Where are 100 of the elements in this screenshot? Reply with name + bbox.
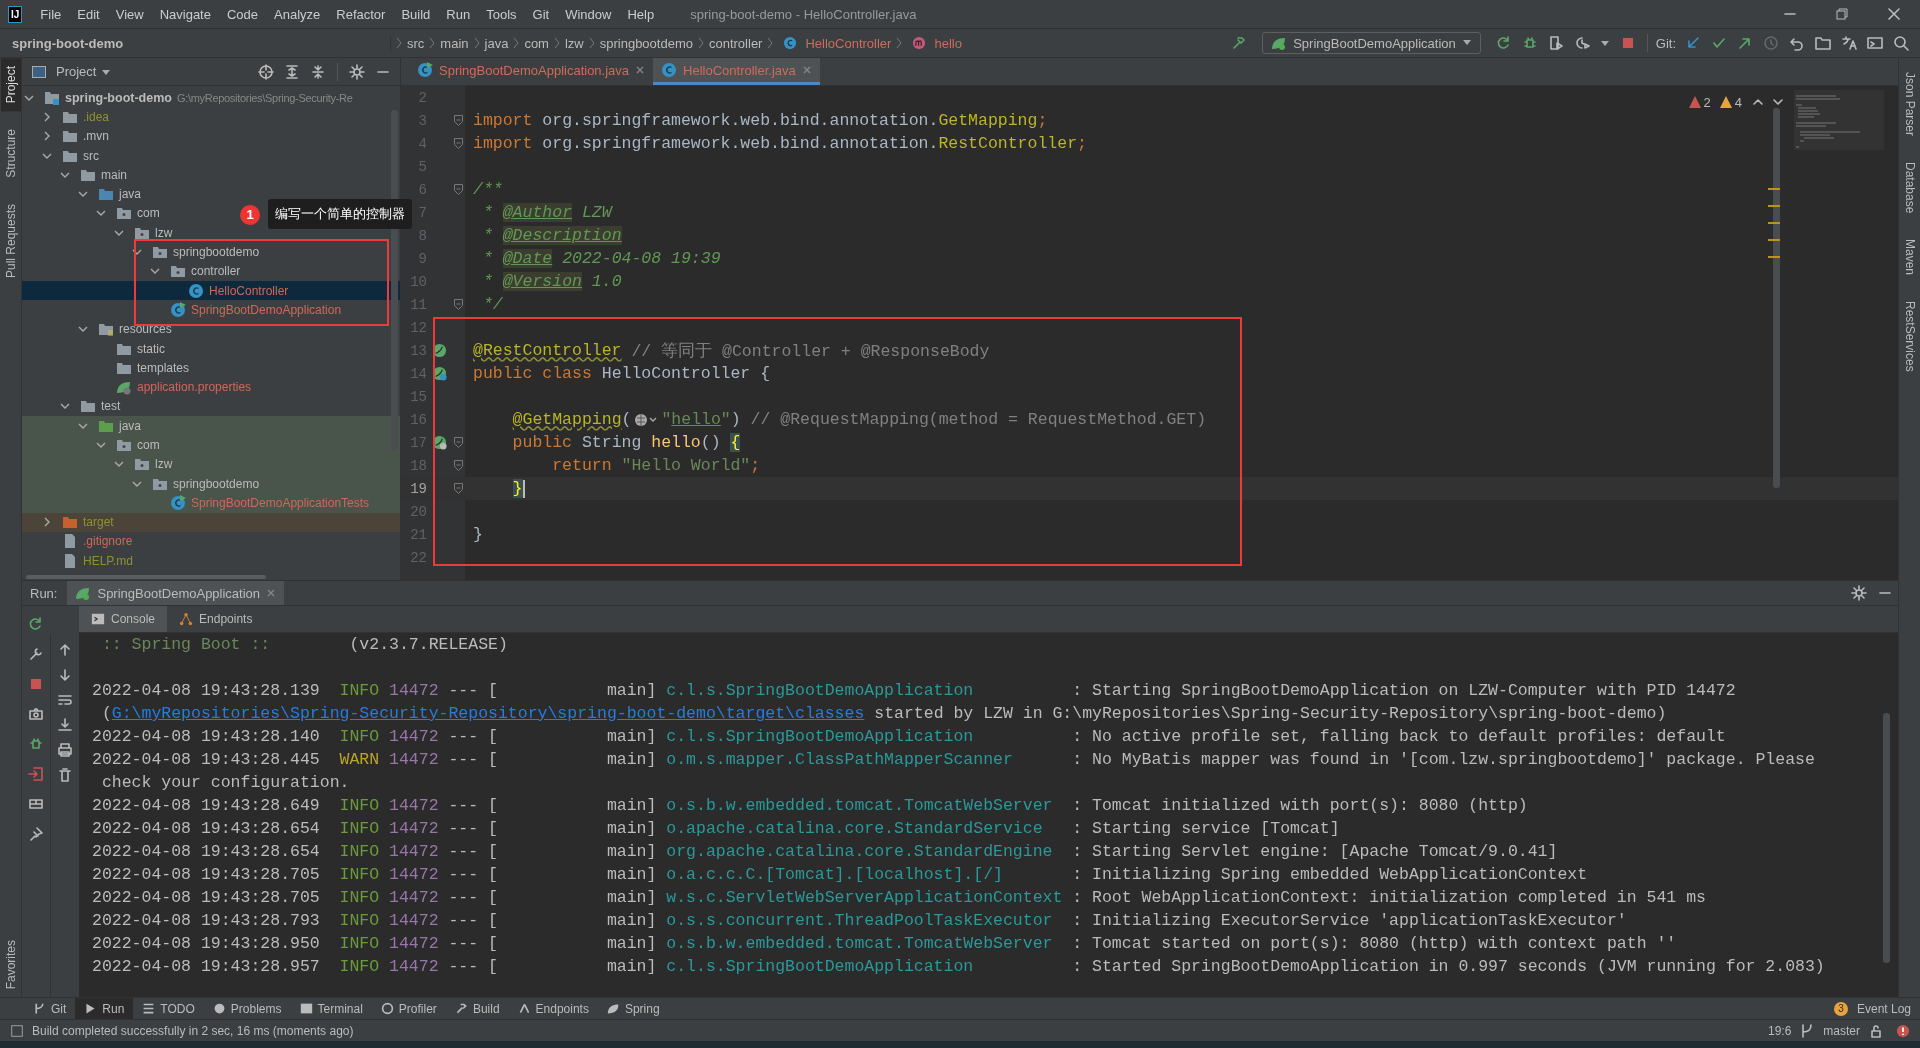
- tree-item[interactable]: .idea: [83, 109, 110, 124]
- caret-position[interactable]: 19:6: [1767, 1023, 1792, 1038]
- profiler-icon[interactable]: [1573, 35, 1590, 51]
- tool-window-button[interactable]: Build: [445, 998, 509, 1019]
- tree-item[interactable]: .mvn: [83, 129, 109, 144]
- scrollbar[interactable]: [1773, 108, 1780, 488]
- fold-marker-icon[interactable]: [453, 437, 463, 448]
- fold-marker-icon[interactable]: [453, 299, 463, 310]
- fold-marker-icon[interactable]: [453, 184, 463, 195]
- tree-item[interactable]: com: [137, 438, 160, 452]
- tree-item[interactable]: springbootdemo: [173, 245, 260, 259]
- breadcrumb[interactable]: spring-boot-demo: [12, 35, 391, 51]
- tree-item[interactable]: SpringBootDemoApplication: [191, 302, 342, 317]
- tool-window-button[interactable]: Endpoints: [508, 998, 598, 1019]
- pin-icon[interactable]: [28, 826, 44, 842]
- tool-window-tab[interactable]: Favorites: [0, 931, 21, 997]
- breadcrumb[interactable]: controller: [708, 35, 763, 51]
- tool-window-button[interactable]: Terminal: [290, 998, 372, 1019]
- wrench-icon[interactable]: [28, 646, 44, 662]
- error-icon[interactable]: [1896, 1023, 1910, 1038]
- tree-item[interactable]: HelloController: [209, 283, 289, 298]
- camera-icon[interactable]: [28, 706, 44, 722]
- menu-item[interactable]: View: [107, 6, 152, 22]
- fold-marker-icon[interactable]: [453, 138, 463, 149]
- breadcrumb[interactable]: java: [484, 35, 509, 51]
- hammer-icon[interactable]: [1231, 35, 1248, 51]
- problem-count[interactable]: 2: [1703, 94, 1711, 110]
- tree-item[interactable]: application.properties: [137, 380, 252, 395]
- run-config-dropdown[interactable]: SpringBootDemoApplication: [1262, 32, 1481, 54]
- tree-item[interactable]: springbootdemo: [173, 476, 260, 491]
- folder-icon[interactable]: [1815, 35, 1831, 51]
- close-icon[interactable]: [1886, 6, 1902, 22]
- console-tab[interactable]: Endpoints: [167, 606, 265, 632]
- tool-window-tab[interactable]: Json Parser: [1899, 64, 1920, 145]
- tree-item[interactable]: lzw: [155, 457, 173, 472]
- tool-window-tab[interactable]: RestServices: [1899, 293, 1920, 381]
- soft-wrap-icon[interactable]: [57, 692, 73, 708]
- breadcrumb[interactable]: lzw: [564, 35, 584, 51]
- breadcrumb[interactable]: src: [407, 35, 425, 51]
- search-icon[interactable]: [1893, 35, 1909, 51]
- tool-window-button[interactable]: Spring: [597, 998, 669, 1019]
- menu-item[interactable]: File: [32, 6, 70, 22]
- problem-count[interactable]: 4: [1734, 94, 1742, 110]
- menu-item[interactable]: Navigate: [151, 6, 219, 22]
- print-icon[interactable]: [57, 742, 73, 758]
- rollback-icon[interactable]: [1789, 35, 1805, 51]
- tree-item[interactable]: java: [119, 418, 141, 433]
- warning-icon[interactable]: [1687, 95, 1702, 109]
- menu-item[interactable]: Edit: [69, 6, 108, 22]
- tree-item[interactable]: spring-boot-demo: [65, 90, 172, 105]
- update-arrow-icon[interactable]: [1685, 35, 1701, 51]
- menu-item[interactable]: Analyze: [266, 6, 329, 22]
- tool-window-button[interactable]: TODO: [133, 998, 204, 1019]
- lock-icon[interactable]: [1868, 1022, 1884, 1039]
- tool-window-button[interactable]: Git: [24, 998, 76, 1019]
- menu-item[interactable]: Tools: [478, 6, 525, 22]
- editor-tab[interactable]: SpringBootDemoApplication.java: [409, 58, 654, 85]
- breadcrumb[interactable]: com: [524, 35, 549, 51]
- tree-item[interactable]: templates: [137, 360, 190, 375]
- tree-item[interactable]: lzw: [155, 225, 173, 240]
- stop-icon[interactable]: [28, 676, 44, 692]
- breadcrumb[interactable]: main: [440, 35, 469, 51]
- tree-item[interactable]: resources: [119, 322, 172, 337]
- scroll-to-end-icon[interactable]: [57, 717, 73, 733]
- tree-item[interactable]: test: [101, 399, 121, 414]
- tool-window-tab[interactable]: Maven: [1899, 231, 1920, 284]
- fold-marker-icon[interactable]: [453, 483, 463, 494]
- scrollbar[interactable]: [1883, 713, 1890, 963]
- tool-window-button[interactable]: Problems: [203, 998, 291, 1019]
- rerun-icon[interactable]: [28, 616, 44, 632]
- menu-item[interactable]: Help: [619, 6, 663, 22]
- settings-icon[interactable]: [349, 63, 365, 80]
- tree-item[interactable]: controller: [191, 264, 241, 279]
- expand-all-icon[interactable]: [284, 63, 300, 80]
- menu-item[interactable]: Window: [557, 6, 620, 22]
- fold-marker-icon[interactable]: [453, 460, 463, 471]
- rerun-icon[interactable]: [1495, 35, 1512, 51]
- tree-item[interactable]: src: [83, 148, 99, 163]
- event-log-button[interactable]: Event Log: [1847, 998, 1920, 1019]
- menu-item[interactable]: Build: [393, 6, 439, 22]
- menu-item[interactable]: Run: [438, 6, 479, 22]
- tool-window-button[interactable]: Profiler: [371, 998, 446, 1019]
- tool-window-button[interactable]: Run: [75, 998, 134, 1019]
- down-arrow-icon[interactable]: [57, 667, 73, 683]
- restore-icon[interactable]: [1834, 6, 1850, 22]
- translate-icon[interactable]: [1841, 35, 1857, 51]
- tree-item[interactable]: java: [119, 187, 141, 202]
- exit-icon[interactable]: [28, 766, 44, 782]
- layout-icon[interactable]: [28, 796, 44, 812]
- tree-item[interactable]: main: [101, 167, 127, 182]
- warning-icon[interactable]: [1718, 95, 1733, 109]
- panel-title[interactable]: Project: [56, 64, 97, 79]
- menu-item[interactable]: Git: [524, 6, 558, 22]
- tree-item[interactable]: .gitignore: [83, 534, 133, 549]
- bug-icon[interactable]: [28, 736, 44, 752]
- up-arrow-icon[interactable]: [57, 642, 73, 658]
- tree-item[interactable]: HELP.md: [83, 553, 133, 568]
- coverage-icon[interactable]: [1547, 35, 1564, 51]
- close-icon[interactable]: [635, 65, 646, 75]
- panel-toggle-icon[interactable]: [10, 1023, 24, 1038]
